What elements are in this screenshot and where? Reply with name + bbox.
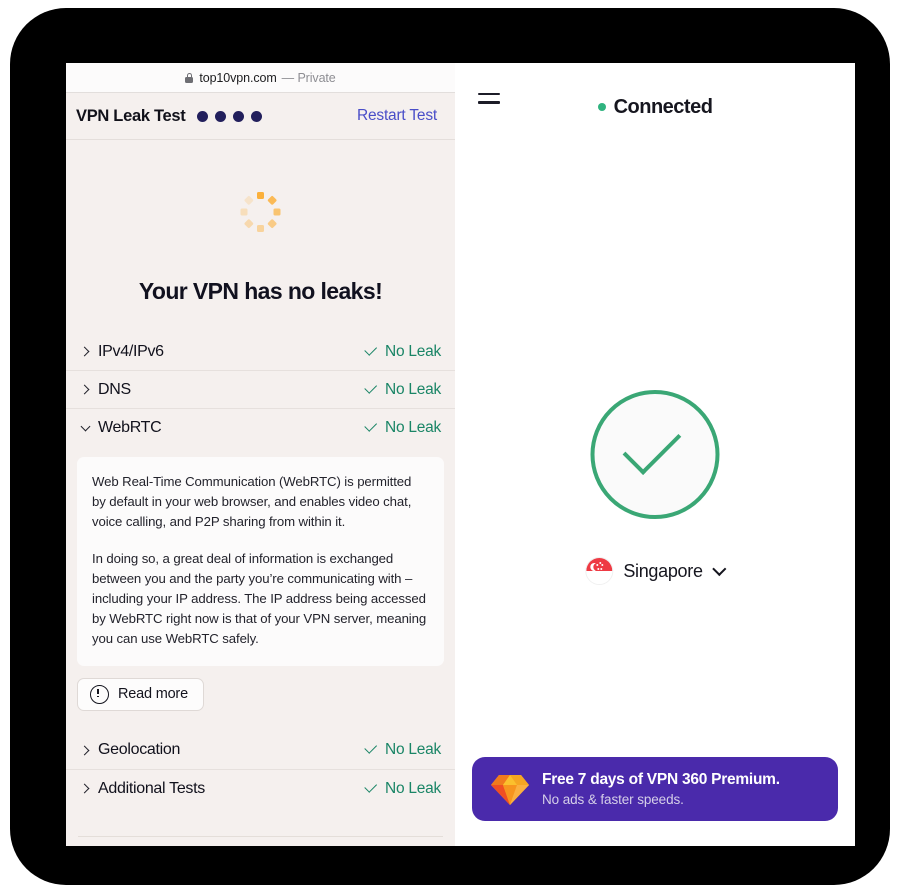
progress-dots	[196, 110, 262, 122]
location-selector[interactable]: Singapore	[585, 557, 727, 585]
chevron-right-icon	[78, 785, 92, 792]
spinner-dot	[257, 225, 264, 232]
status-badge: No Leak	[385, 779, 441, 797]
checkmark-glyph	[630, 440, 686, 468]
exclamation-circle-icon	[90, 684, 109, 704]
test-row-label: IPv4/IPv6	[98, 342, 164, 360]
progress-dot	[232, 110, 244, 122]
connection-status: Connected	[597, 90, 713, 119]
leak-test-header: VPN Leak Test Restart Test	[66, 93, 455, 140]
hamburger-menu-icon[interactable]	[478, 93, 502, 109]
test-row-label: Geolocation	[98, 741, 181, 758]
test-row[interactable]: DNS No Leak	[66, 371, 455, 409]
read-more-label: Read more	[118, 686, 188, 702]
test-row-status: No Leak	[364, 343, 441, 361]
page-title: VPN Leak Test	[76, 106, 186, 125]
status-badge: No Leak	[385, 342, 441, 360]
chevron-down-icon	[712, 561, 727, 576]
test-row[interactable]: Additional Tests No Leak	[66, 770, 455, 808]
promo-title: Free 7 days of VPN 360 Premium.	[542, 771, 780, 788]
vpn-app-panel: Connected Singapore Free 7 days of VPN 3…	[455, 63, 855, 846]
chevron-right-icon	[78, 348, 92, 355]
restart-test-link[interactable]: Restart Test	[357, 107, 437, 125]
location-name: Singapore	[623, 560, 703, 581]
progress-dot	[250, 110, 262, 122]
status-indicator-dot	[597, 103, 606, 111]
test-row-status: No Leak	[364, 381, 441, 399]
promo-subtitle: No ads & faster speeds.	[542, 792, 684, 807]
webrtc-paragraph-1: Web Real-Time Communication (WebRTC) is …	[92, 474, 412, 530]
test-row[interactable]: Geolocation No Leak	[66, 732, 455, 770]
device-frame: top10vpn.com — Private VPN Leak Test Res…	[10, 8, 890, 885]
test-row[interactable]: IPv4/IPv6 No Leak	[66, 333, 455, 371]
test-row-status: No Leak	[364, 780, 441, 798]
chevron-right-icon	[78, 386, 92, 393]
gem-icon	[491, 775, 529, 805]
check-icon	[364, 782, 378, 796]
test-row[interactable]: WebRTC No Leak	[66, 409, 455, 447]
test-row-status: No Leak	[364, 419, 441, 437]
bottom-divider	[78, 836, 443, 837]
chevron-down-icon	[78, 426, 92, 430]
check-icon	[364, 345, 378, 359]
test-row-label: DNS	[98, 380, 131, 398]
test-results-list: IPv4/IPv6 No Leak DNS No Leak WebRTC No Leak	[66, 333, 455, 447]
spinner-dot	[257, 192, 264, 199]
check-icon	[364, 421, 378, 435]
check-icon	[364, 743, 378, 757]
promo-text: Free 7 days of VPN 360 Premium. No ads &…	[542, 771, 780, 807]
singapore-flag-icon	[585, 557, 614, 585]
test-row-label: WebRTC	[98, 419, 162, 436]
spinner-dot	[243, 195, 254, 206]
result-heading: Your VPN has no leaks!	[138, 278, 383, 304]
url-text: top10vpn.com	[199, 70, 277, 85]
check-circle-icon[interactable]	[590, 390, 720, 519]
loading-spinner-icon	[240, 192, 281, 232]
chevron-right-icon	[78, 747, 92, 754]
test-row-label: Additional Tests	[98, 779, 205, 797]
status-badge: No Leak	[385, 741, 441, 758]
spinner-dot	[273, 208, 281, 216]
spinner-dot	[240, 208, 248, 216]
additional-results-list: Geolocation No Leak Additional Tests No Lea…	[66, 732, 455, 808]
status-badge: No Leak	[385, 419, 441, 436]
read-more-button[interactable]: Read more	[77, 677, 204, 711]
progress-dot	[196, 110, 208, 122]
spinner-dot	[267, 218, 278, 229]
browser-address-bar[interactable]: top10vpn.com — Private	[66, 63, 455, 93]
lock-icon	[185, 72, 194, 83]
browser-panel: top10vpn.com — Private VPN Leak Test Res…	[66, 63, 455, 846]
device-screen: top10vpn.com — Private VPN Leak Test Res…	[66, 63, 855, 846]
url-display: top10vpn.com — Private	[185, 70, 336, 85]
webrtc-detail-panel: Web Real-Time Communication (WebRTC) is …	[77, 457, 444, 666]
spinner-dot	[267, 195, 278, 206]
app-header: Connected	[455, 63, 855, 145]
status-label: Connected	[613, 95, 713, 118]
status-badge: No Leak	[385, 380, 441, 398]
progress-dot	[214, 110, 226, 122]
check-icon	[364, 383, 378, 397]
promo-banner[interactable]: Free 7 days of VPN 360 Premium. No ads &…	[472, 757, 838, 821]
webrtc-paragraph-2: In doing so, a great deal of information…	[92, 550, 427, 647]
test-row-status: No Leak	[364, 741, 441, 759]
private-mode-label: — Private	[281, 70, 336, 85]
spinner-dot	[243, 218, 254, 229]
browser-content: Your VPN has no leaks! IPv4/IPv6 No Leak D…	[66, 140, 455, 846]
